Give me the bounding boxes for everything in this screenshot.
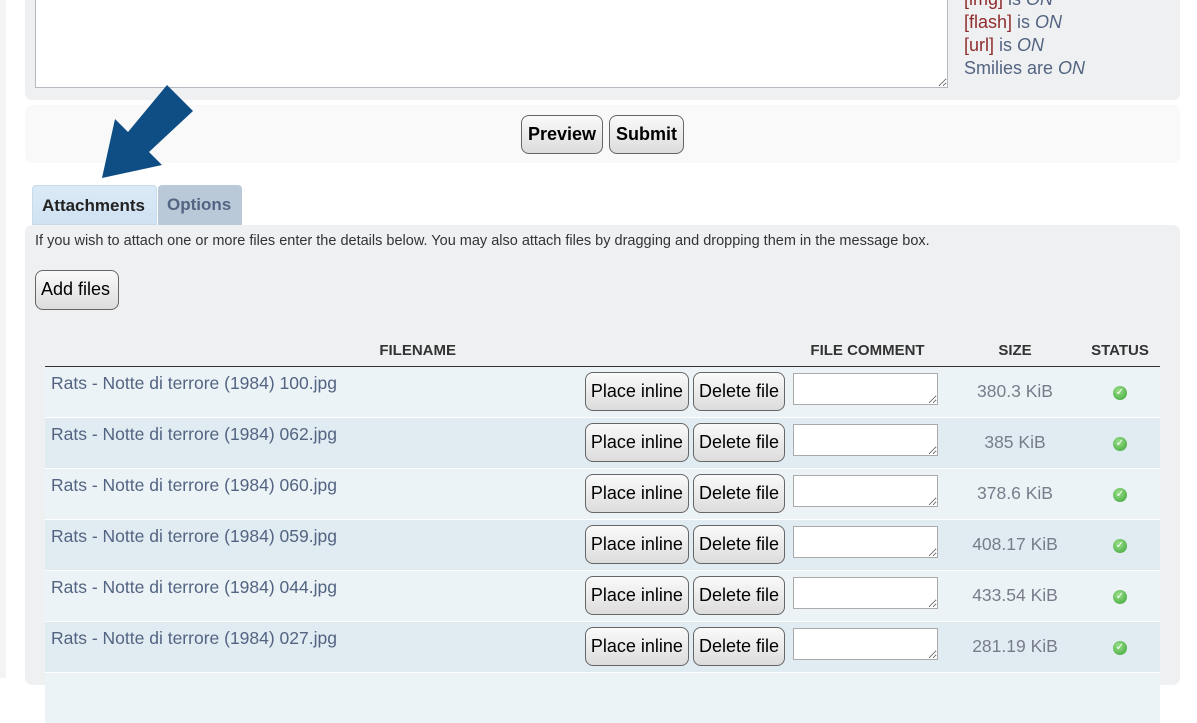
comment-cell xyxy=(785,365,950,417)
page-edge xyxy=(0,0,6,678)
submit-button[interactable]: Submit xyxy=(609,115,685,154)
row-actions: Place inline Delete file xyxy=(560,365,785,417)
attachment-row: Rats - Notte di terrore (1984) 027.jpg P… xyxy=(45,620,1160,672)
place-inline-button[interactable]: Place inline xyxy=(584,422,689,462)
filename-link[interactable]: Rats - Notte di terrore (1984) 100.jpg xyxy=(45,365,560,417)
delete-file-button[interactable]: Delete file xyxy=(692,626,785,666)
attach-info-text: If you wish to attach one or more files … xyxy=(35,233,930,249)
arrow-annotation-icon xyxy=(102,85,193,178)
comment-cell xyxy=(785,518,950,570)
row-actions: Place inline Delete file xyxy=(560,467,785,519)
bbcode-img-status: [img] is ON xyxy=(964,0,1085,11)
delete-file-button[interactable]: Delete file xyxy=(692,575,785,615)
row-actions: Place inline Delete file xyxy=(560,569,785,621)
attachment-row: Rats - Notte di terrore (1984) 060.jpg P… xyxy=(45,467,1160,519)
bbcode-status-list: [img] is ON [flash] is ON [url] is ON Sm… xyxy=(964,0,1085,80)
file-comment-input[interactable] xyxy=(793,576,938,609)
file-comment-input[interactable] xyxy=(793,423,938,456)
status-ok-icon: ✓ xyxy=(1113,487,1127,502)
message-textarea[interactable] xyxy=(35,0,948,88)
row-actions: Place inline Delete file xyxy=(560,620,785,672)
file-comment-input[interactable] xyxy=(793,474,938,507)
header-actions xyxy=(560,336,785,367)
preview-button[interactable]: Preview xyxy=(520,115,604,154)
file-comment-input[interactable] xyxy=(793,372,938,405)
row-actions: Place inline Delete file xyxy=(560,416,785,468)
bbcode-url-status: [url] is ON xyxy=(964,35,1045,55)
filename-link[interactable]: Rats - Notte di terrore (1984) 060.jpg xyxy=(45,467,560,519)
header-filename: FILENAME xyxy=(45,336,560,367)
file-comment-input[interactable] xyxy=(793,525,938,558)
delete-file-button[interactable]: Delete file xyxy=(692,524,785,564)
status-cell: ✓ xyxy=(1080,365,1160,417)
place-inline-button[interactable]: Place inline xyxy=(584,524,689,564)
status-cell: ✓ xyxy=(1080,569,1160,621)
header-file-comment: FILE COMMENT xyxy=(785,336,950,367)
attachment-row: Rats - Notte di terrore (1984) 044.jpg P… xyxy=(45,569,1160,621)
status-cell: ✓ xyxy=(1080,467,1160,519)
attachment-row: Rats - Notte di terrore (1984) 059.jpg P… xyxy=(45,518,1160,570)
filename-link[interactable]: Rats - Notte di terrore (1984) 044.jpg xyxy=(45,569,560,621)
file-comment-input[interactable] xyxy=(793,627,938,660)
status-ok-icon: ✓ xyxy=(1113,640,1127,655)
delete-file-button[interactable]: Delete file xyxy=(692,371,785,411)
header-status: STATUS xyxy=(1080,336,1160,367)
place-inline-button[interactable]: Place inline xyxy=(584,473,689,513)
smilies-status: Smilies are ON xyxy=(964,58,1086,78)
row-actions: Place inline Delete file xyxy=(560,518,785,570)
tab-attachments[interactable]: Attachments xyxy=(32,185,157,225)
place-inline-button[interactable]: Place inline xyxy=(584,575,689,615)
comment-cell xyxy=(785,467,950,519)
file-size: 281.19 KiB xyxy=(950,620,1080,672)
status-ok-icon: ✓ xyxy=(1113,589,1127,604)
attachment-row: Rats - Notte di terrore (1984) 100.jpg P… xyxy=(45,365,1160,417)
comment-cell xyxy=(785,620,950,672)
filename-link[interactable]: Rats - Notte di terrore (1984) 059.jpg xyxy=(45,518,560,570)
header-size: SIZE xyxy=(950,336,1080,367)
status-ok-icon: ✓ xyxy=(1113,436,1127,451)
bbcode-flash-status: [flash] is ON xyxy=(964,12,1063,32)
tab-options[interactable]: Options xyxy=(158,185,242,225)
attachments-table: FILENAME FILE COMMENT SIZE STATUS Rats -… xyxy=(45,336,1160,723)
delete-file-button[interactable]: Delete file xyxy=(692,422,785,462)
add-files-button[interactable]: Add files xyxy=(35,270,119,310)
status-ok-icon: ✓ xyxy=(1113,538,1127,553)
attachment-row xyxy=(45,671,1160,723)
comment-cell xyxy=(785,416,950,468)
status-cell: ✓ xyxy=(1080,518,1160,570)
file-size: 378.6 KiB xyxy=(950,467,1080,519)
attachment-row: Rats - Notte di terrore (1984) 062.jpg P… xyxy=(45,416,1160,468)
file-size: 433.54 KiB xyxy=(950,569,1080,621)
delete-file-button[interactable]: Delete file xyxy=(692,473,785,513)
file-size: 385 KiB xyxy=(950,416,1080,468)
file-size: 380.3 KiB xyxy=(950,365,1080,417)
place-inline-button[interactable]: Place inline xyxy=(584,626,689,666)
filename-link[interactable]: Rats - Notte di terrore (1984) 027.jpg xyxy=(45,620,560,672)
status-cell: ✓ xyxy=(1080,416,1160,468)
file-size: 408.17 KiB xyxy=(950,518,1080,570)
status-ok-icon: ✓ xyxy=(1113,385,1127,400)
comment-cell xyxy=(785,569,950,621)
place-inline-button[interactable]: Place inline xyxy=(584,371,689,411)
status-cell: ✓ xyxy=(1080,620,1160,672)
filename-link[interactable]: Rats - Notte di terrore (1984) 062.jpg xyxy=(45,416,560,468)
